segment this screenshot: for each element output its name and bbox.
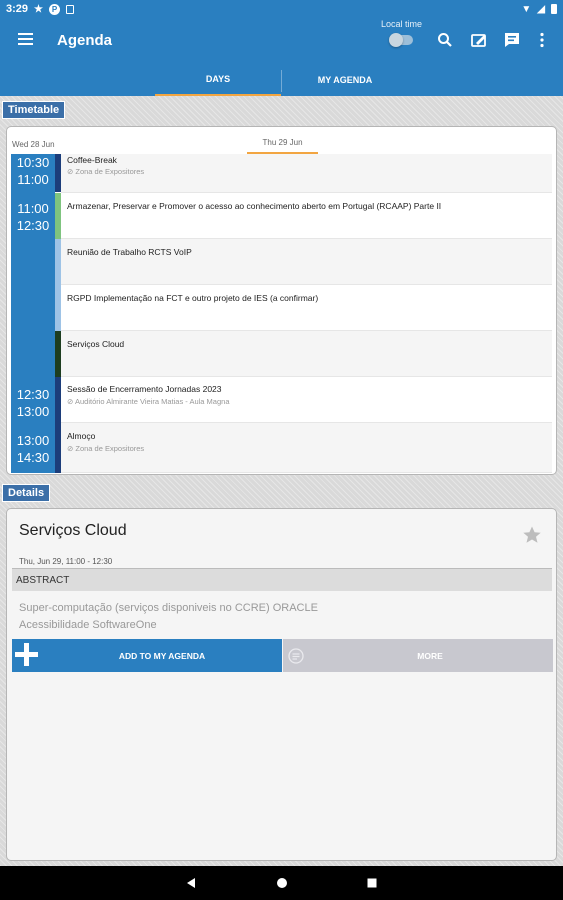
day-selector: Wed 28 Jun Thu 29 Jun bbox=[7, 127, 556, 155]
session-title: Coffee-Break bbox=[67, 155, 117, 165]
recents-icon[interactable] bbox=[365, 876, 379, 890]
session-title: Almoço bbox=[67, 431, 96, 441]
local-time-toggle[interactable] bbox=[389, 33, 413, 47]
chat-icon[interactable] bbox=[503, 31, 521, 49]
status-time: 3:29 bbox=[6, 3, 29, 15]
time-label: 11:00 12:30 bbox=[16, 201, 50, 233]
battery-icon bbox=[551, 4, 557, 14]
sd-card-icon bbox=[66, 4, 74, 14]
session-item[interactable]: Almoço ⊘ Zona de Expositores bbox=[61, 423, 552, 473]
back-icon[interactable] bbox=[184, 876, 198, 890]
time-column: 10:30 11:00 11:00 12:30 12:30 13:00 13:0… bbox=[11, 154, 55, 473]
session-location: ⊘ Zona de Expositores bbox=[67, 444, 145, 453]
location-pin-icon: ⊘ bbox=[67, 397, 75, 406]
session-title: Sessão de Encerramento Jornadas 2023 bbox=[67, 384, 222, 394]
more-button[interactable]: MORE bbox=[283, 639, 553, 672]
session-location: ⊘ Auditório Almirante Vieira Matias - Au… bbox=[67, 397, 230, 406]
time-label: 12:30 13:00 bbox=[16, 387, 50, 419]
menu-icon[interactable] bbox=[18, 33, 33, 45]
app-bar: Agenda Local time bbox=[0, 18, 563, 64]
tab-bar: DAYS MY AGENDA bbox=[0, 64, 563, 96]
local-time-label: Local time bbox=[381, 19, 423, 29]
tab-my-agenda[interactable]: MY AGENDA bbox=[282, 64, 408, 96]
favorite-star-icon[interactable] bbox=[522, 525, 542, 545]
session-location: ⊘ Zona de Expositores bbox=[67, 167, 145, 176]
details-section-label: Details bbox=[2, 484, 51, 502]
session-item[interactable]: Coffee-Break ⊘ Zona de Expositores bbox=[61, 154, 552, 193]
description-line: Super-computação (serviços disponiveis n… bbox=[19, 602, 318, 614]
session-item[interactable]: Reunião de Trabalho RCTS VoIP bbox=[61, 239, 552, 285]
more-label: MORE bbox=[417, 651, 443, 661]
session-title: Serviços Cloud bbox=[67, 339, 125, 349]
star-notification-icon: ★ bbox=[34, 3, 43, 15]
edit-note-icon[interactable] bbox=[470, 31, 488, 49]
session-detail-time: Thu, Jun 29, 11:00 - 12:30 bbox=[19, 557, 113, 566]
tab-days[interactable]: DAYS bbox=[155, 64, 281, 96]
wifi-icon: ▼ bbox=[521, 3, 532, 15]
timetable-section-label: Timetable bbox=[2, 101, 66, 119]
abstract-header: ABSTRACT bbox=[12, 568, 552, 591]
cell-signal-icon: ◢ bbox=[537, 3, 545, 15]
timetable-panel: Wed 28 Jun Thu 29 Jun 10:30 11:00 11:00 … bbox=[6, 126, 557, 475]
session-item[interactable]: Sessão de Encerramento Jornadas 2023 ⊘ A… bbox=[61, 377, 552, 423]
status-bar: 3:29 ★ P ▼ ◢ bbox=[0, 0, 563, 18]
app-title: Agenda bbox=[57, 32, 113, 49]
add-to-agenda-label: ADD TO MY AGENDA bbox=[118, 651, 206, 661]
day-tab-wed[interactable]: Wed 28 Jun bbox=[12, 140, 55, 149]
details-panel: Serviços Cloud Thu, Jun 29, 11:00 - 12:3… bbox=[6, 508, 557, 861]
session-title: Reunião de Trabalho RCTS VoIP bbox=[67, 247, 192, 257]
system-nav-bar bbox=[0, 866, 563, 900]
home-icon[interactable] bbox=[275, 876, 289, 890]
session-title: Armazenar, Preservar e Promover o acesso… bbox=[67, 201, 442, 211]
add-to-agenda-button[interactable]: ADD TO MY AGENDA bbox=[12, 639, 282, 672]
search-icon[interactable] bbox=[436, 31, 454, 49]
app-notification-icon: P bbox=[49, 3, 60, 15]
more-vert-icon[interactable] bbox=[533, 31, 551, 49]
abstract-label: ABSTRACT bbox=[16, 575, 70, 586]
session-item[interactable]: Serviços Cloud bbox=[61, 331, 552, 377]
description-line: Acessibilidade SoftwareOne bbox=[19, 619, 157, 631]
time-label: 10:30 11:00 bbox=[16, 155, 50, 187]
session-item[interactable]: RGPD Implementação na FCT e outro projet… bbox=[61, 285, 552, 331]
session-title: RGPD Implementação na FCT e outro projet… bbox=[67, 293, 319, 303]
time-label: 13:00 14:30 bbox=[16, 433, 50, 465]
session-item[interactable]: Armazenar, Preservar e Promover o acesso… bbox=[61, 193, 552, 239]
day-tab-thu[interactable]: Thu 29 Jun bbox=[247, 138, 318, 154]
session-detail-title: Serviços Cloud bbox=[19, 522, 127, 539]
